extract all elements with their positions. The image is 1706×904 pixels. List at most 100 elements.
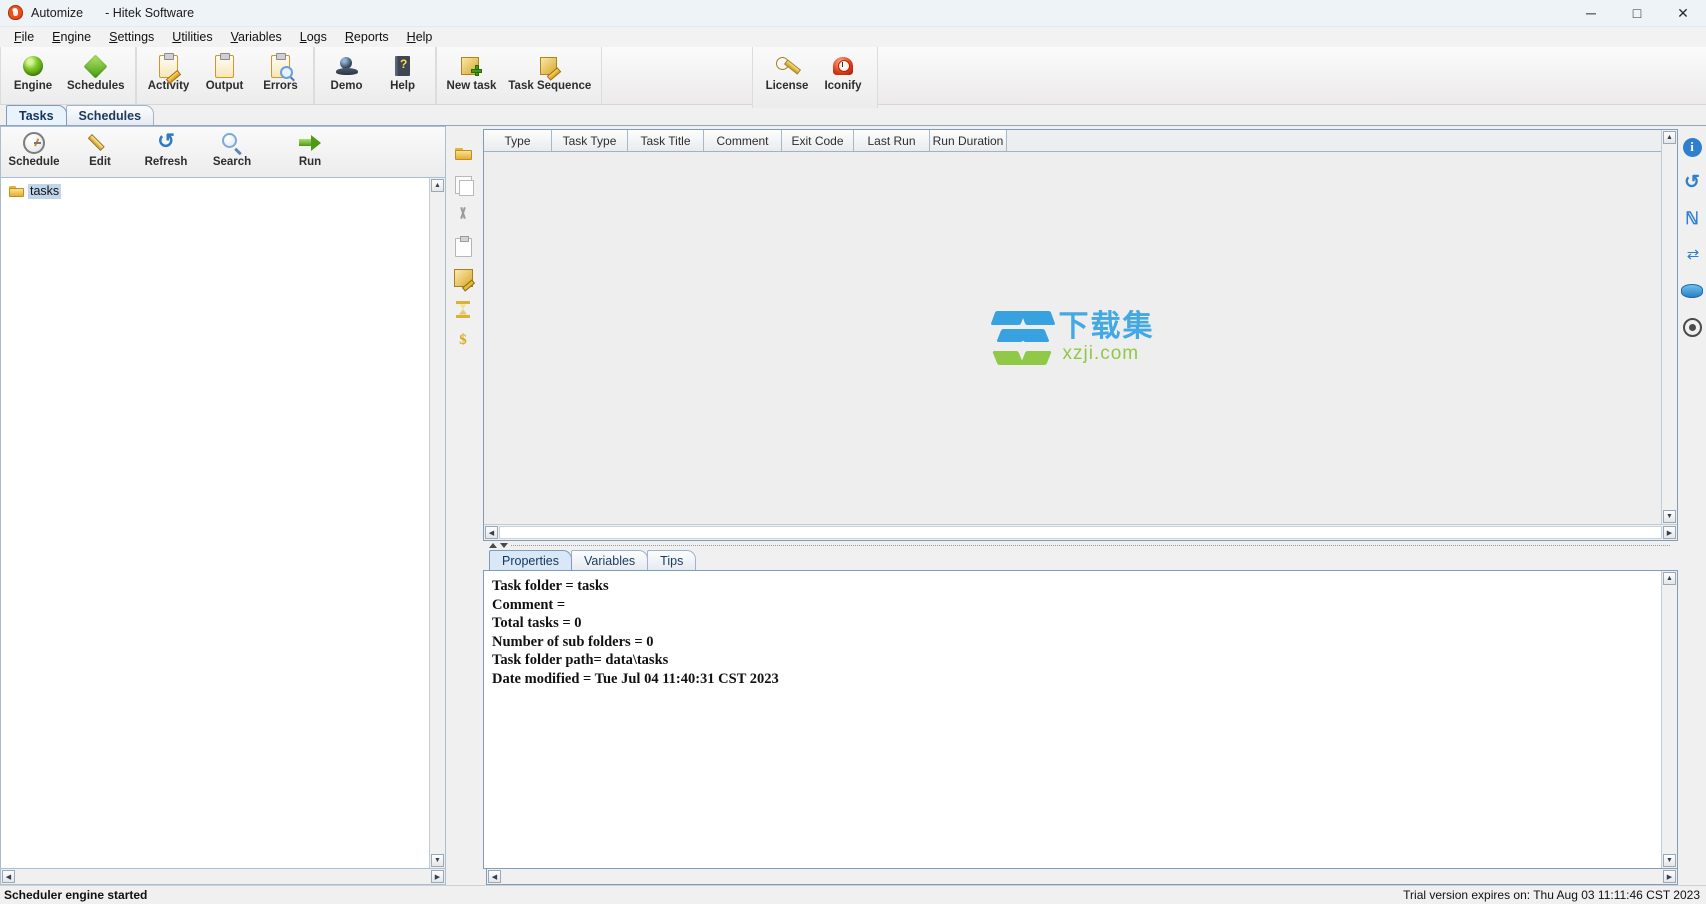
task-grid-body[interactable]: 下载集 xzji.com [484,152,1661,524]
dollar-icon[interactable]: $ [452,330,474,350]
toolbar-demo-button[interactable]: Demo [319,51,375,92]
minimize-button[interactable]: ─ [1568,0,1614,26]
database-icon[interactable] [1681,280,1703,302]
toolbar-license-button[interactable]: License [759,51,815,92]
close-button[interactable]: ✕ [1660,0,1706,26]
menu-help[interactable]: Help [398,28,442,46]
schedule-button[interactable]: Schedule [1,127,67,168]
tab-properties-label: Properties [502,553,559,568]
right-icon-rail: i ↺ ℕ ⇄ [1678,126,1706,885]
webcam-icon [335,53,358,79]
refresh-icon[interactable]: ↺ [1681,172,1703,194]
menu-utilities[interactable]: Utilities [163,28,221,46]
menu-variables[interactable]: Variables [222,28,291,46]
menu-logs[interactable]: Logs [291,28,336,46]
tab-tips[interactable]: Tips [647,550,697,570]
splitter-grip [511,544,1670,547]
properties-scroll-right-button[interactable]: ▶ [1663,870,1676,883]
tree-scroll-up-button[interactable]: ▲ [431,179,444,192]
column-header-run-duration[interactable]: Run Duration [930,130,1007,151]
refresh-button[interactable]: ↺ Refresh [133,127,199,168]
column-header-type[interactable]: Type [484,130,552,151]
toolbar-iconify-button[interactable]: Iconify [815,51,871,92]
copy-icon[interactable] [452,175,474,196]
property-line-sub-folders: Number of sub folders = 0 [492,633,654,650]
column-header-comment[interactable]: Comment [704,130,782,151]
hourglass-icon[interactable] [452,299,474,319]
grid-scroll-up-button[interactable]: ▲ [1663,131,1676,144]
properties-scroll-down-button[interactable]: ▼ [1663,854,1676,867]
tree-scroll-right-button[interactable]: ▶ [431,870,444,883]
properties-scroll-up-button[interactable]: ▲ [1663,572,1676,585]
alarm-clock-icon [832,53,854,79]
menu-reports[interactable]: Reports [336,28,398,46]
splitter-collapse-up-icon[interactable] [489,543,497,548]
edit-button[interactable]: Edit [67,127,133,168]
tab-properties[interactable]: Properties [489,550,572,570]
properties-content-container: Task folder = tasks Comment = Total task… [483,570,1678,869]
new-folder-icon[interactable] [452,144,474,164]
menu-file[interactable]: File [5,28,43,46]
grid-vertical-scrollbar[interactable]: ▲ ▼ [1661,130,1677,524]
tree-horizontal-scrollbar[interactable]: ◀ ▶ [0,869,446,885]
toolbar-group-engine: Engine Schedules [0,47,136,104]
menu-bar: File Engine Settings Utilities Variables… [0,27,1706,47]
grid-scroll-right-button[interactable]: ▶ [1663,526,1676,539]
menu-engine[interactable]: Engine [43,28,100,46]
toolbar-help-button[interactable]: Help [375,51,431,92]
grid-hscroll-track[interactable] [499,526,1662,539]
minimize-icon: ─ [1586,5,1596,21]
task-grid-panel: Type Task Type Task Title Comment Exit C… [483,129,1678,541]
pencil-icon [87,130,111,156]
column-header-task-title[interactable]: Task Title [628,130,704,151]
maximize-icon: □ [1632,5,1642,21]
column-header-last-run[interactable]: Last Run [854,130,930,151]
target-icon[interactable] [1681,316,1703,338]
toolbar-schedules-button[interactable]: Schedules [61,51,131,92]
new-task-icon [461,53,483,79]
cut-icon[interactable] [452,206,474,226]
panel-splitter[interactable] [483,541,1678,550]
run-button-label: Run [298,156,322,168]
tab-schedules[interactable]: Schedules [65,105,155,125]
tree-scroll-left-button[interactable]: ◀ [2,870,15,883]
grid-horizontal-scrollbar[interactable]: ◀ ▶ [484,524,1677,540]
menu-settings[interactable]: Settings [100,28,163,46]
tab-tasks[interactable]: Tasks [6,105,67,125]
toolbar-task-sequence-button[interactable]: Task Sequence [502,51,597,92]
status-bar: Scheduler engine started Trial version e… [0,885,1706,904]
info-icon[interactable]: i [1681,136,1703,158]
window-title: Automize [31,6,84,20]
grid-scroll-down-button[interactable]: ▼ [1663,510,1676,523]
tree-scroll-down-button[interactable]: ▼ [431,854,444,867]
column-header-exit-code-label: Exit Code [791,133,844,148]
properties-scroll-left-button[interactable]: ◀ [488,870,501,883]
toolbar-iconify-label: Iconify [824,80,862,92]
clipboard-icon [215,52,235,79]
toolbar-activity-button[interactable]: Activity [141,51,197,92]
tree-vertical-scrollbar[interactable]: ▲ ▼ [429,178,445,868]
tab-variables-label: Variables [583,553,636,568]
toolbar-new-task-label: New task [446,80,497,92]
run-button[interactable]: Run [277,127,343,168]
grid-scroll-left-button[interactable]: ◀ [485,526,498,539]
toolbar-engine-button[interactable]: Engine [5,51,61,92]
toolbar-output-button[interactable]: Output [197,51,253,92]
main-body: Schedule Edit ↺ Refresh Search Run tasks… [0,126,1706,885]
search-button[interactable]: Search [199,127,265,168]
column-header-exit-code[interactable]: Exit Code [782,130,854,151]
properties-vertical-scrollbar[interactable]: ▲ ▼ [1661,571,1677,868]
task-tree[interactable]: tasks [1,178,429,868]
splitter-collapse-down-icon[interactable] [500,543,508,548]
column-header-task-type[interactable]: Task Type [552,130,628,151]
rename-icon[interactable] [452,268,474,288]
toolbar-new-task-button[interactable]: New task [441,51,503,92]
properties-horizontal-scrollbar[interactable]: ◀ ▶ [486,869,1678,885]
paste-icon[interactable] [452,235,474,257]
tab-variables[interactable]: Variables [570,550,649,570]
toolbar-errors-button[interactable]: Errors [253,51,309,92]
transfer-icon[interactable]: ⇄ [1681,244,1703,266]
network-icon[interactable]: ℕ [1681,208,1703,230]
maximize-button[interactable]: □ [1614,0,1660,26]
tree-node-tasks[interactable]: tasks [1,183,429,200]
